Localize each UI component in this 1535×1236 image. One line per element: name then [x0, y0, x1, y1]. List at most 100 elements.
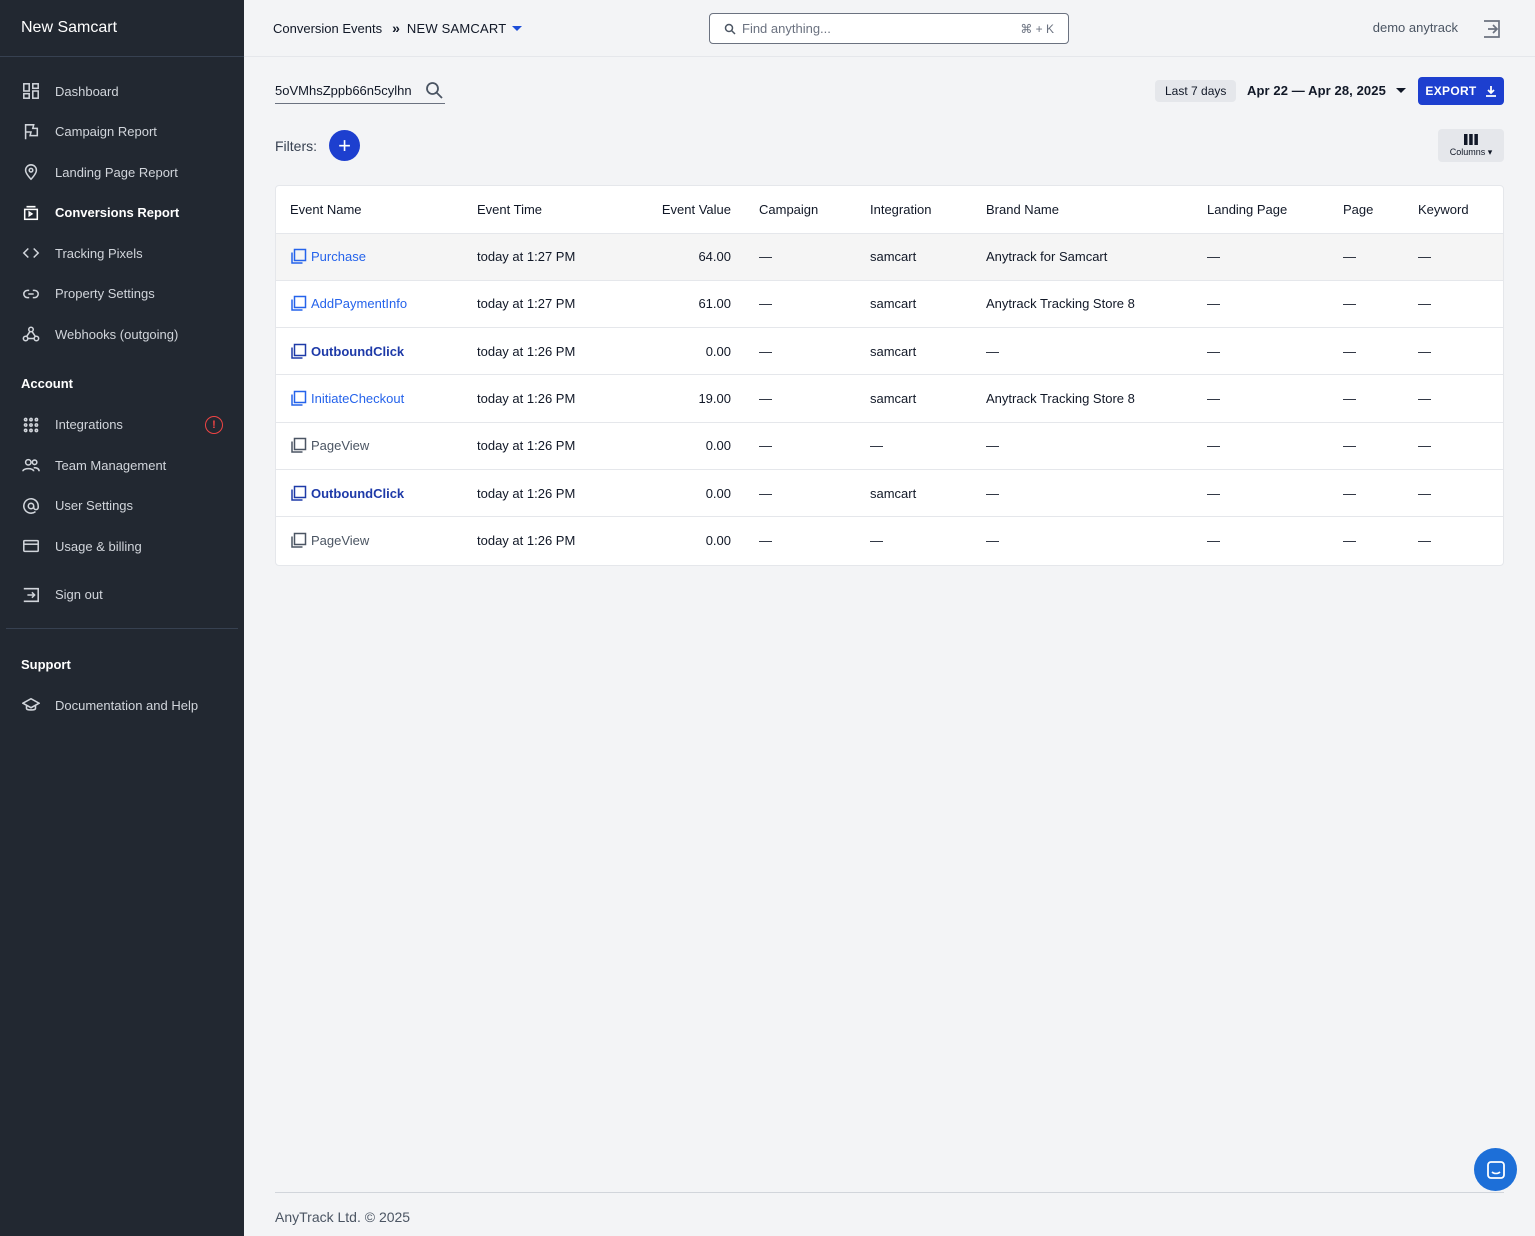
export-button[interactable]: EXPORT: [1418, 77, 1504, 105]
logout-icon[interactable]: [1480, 18, 1502, 40]
nav-tracking-pixels[interactable]: Tracking Pixels: [0, 233, 244, 274]
sign-out-icon: [21, 585, 41, 605]
keyword-cell: —: [1404, 422, 1503, 470]
time-cell: today at 1:26 PM: [463, 469, 613, 518]
integrations-icon: [21, 415, 41, 435]
topbar: Conversion Events » NEW SAMCART Find any…: [244, 0, 1535, 57]
breadcrumb-root[interactable]: Conversion Events: [273, 21, 382, 36]
nav-sign-out[interactable]: Sign out: [0, 575, 244, 616]
event-name[interactable]: PageView: [290, 532, 449, 549]
support-section-title: Support: [21, 656, 71, 672]
event-name-cell: PageView: [276, 517, 463, 564]
event-name-label[interactable]: PageView: [311, 533, 369, 548]
columns-label: Columns ▾: [1449, 146, 1493, 157]
nav-integrations[interactable]: Integrations !: [0, 405, 244, 446]
team-icon: [21, 455, 41, 475]
brand-cell: —: [972, 422, 1193, 470]
nav-label: Usage & billing: [55, 538, 142, 554]
page-cell: —: [1329, 233, 1404, 281]
download-icon: [1485, 86, 1496, 97]
column-header[interactable]: Page: [1329, 186, 1404, 234]
nav-conversions-report[interactable]: Conversions Report: [0, 193, 244, 234]
table-row[interactable]: PageView today at 1:26 PM 0.00— — — — — —: [276, 517, 1503, 564]
page-cell: —: [1329, 374, 1404, 423]
column-header[interactable]: Integration: [856, 186, 972, 234]
copy-icon[interactable]: [290, 437, 307, 454]
copy-icon[interactable]: [290, 248, 307, 265]
event-name[interactable]: InitiateCheckout: [290, 390, 449, 407]
event-name-cell: AddPaymentInfo: [276, 280, 463, 329]
keyword-cell: —: [1404, 233, 1503, 281]
chat-button[interactable]: [1474, 1148, 1517, 1191]
landing-cell: —: [1193, 374, 1329, 423]
nav-campaign-report[interactable]: Campaign Report: [0, 112, 244, 153]
nav-property-settings[interactable]: Property Settings: [0, 274, 244, 315]
nav-landing-page-report[interactable]: Landing Page Report: [0, 152, 244, 193]
table-row[interactable]: OutboundClick today at 1:26 PM 0.00— samcar…: [276, 327, 1503, 376]
time-cell: today at 1:26 PM: [477, 533, 576, 549]
chevron-down-icon: [1395, 88, 1406, 93]
copy-icon[interactable]: [290, 295, 307, 312]
copy-icon[interactable]: [290, 532, 307, 549]
columns-icon: [1464, 133, 1478, 145]
nav-documentation[interactable]: Documentation and Help: [0, 685, 244, 726]
nav-team-management[interactable]: Team Management: [0, 445, 244, 486]
user-name[interactable]: demo anytrack: [1373, 20, 1458, 35]
page-cell: —: [1329, 280, 1404, 329]
event-name[interactable]: AddPaymentInfo: [290, 295, 449, 312]
column-header[interactable]: Campaign: [745, 186, 856, 234]
event-name-label[interactable]: InitiateCheckout: [311, 391, 404, 406]
column-header[interactable]: Keyword: [1404, 186, 1503, 234]
nav-webhooks[interactable]: Webhooks (outgoing): [0, 314, 244, 355]
event-name-label[interactable]: Purchase: [311, 249, 366, 264]
project-selector[interactable]: NEW SAMCART: [407, 21, 506, 36]
table-row[interactable]: InitiateCheckout today at 1:26 PM 19.00— sa…: [276, 374, 1503, 423]
column-header[interactable]: Event Time: [463, 186, 613, 234]
global-search[interactable]: Find anything... ⌘ + K: [709, 13, 1069, 44]
copy-icon[interactable]: [290, 485, 307, 502]
columns-button[interactable]: Columns ▾: [1438, 129, 1504, 162]
table-row[interactable]: OutboundClick today at 1:26 PM 0.00— samcar…: [276, 469, 1503, 518]
event-name-label[interactable]: AddPaymentInfo: [311, 296, 407, 311]
date-range-picker[interactable]: Apr 22 — Apr 28, 2025: [1247, 83, 1406, 98]
nav-dashboard[interactable]: Dashboard: [0, 71, 244, 112]
event-id-search-input[interactable]: 5oVMhsZppb66n5cylhn: [275, 79, 445, 104]
event-name[interactable]: Purchase: [290, 248, 449, 265]
add-filter-button[interactable]: +: [329, 130, 360, 161]
brand-cell: —: [972, 469, 1193, 518]
event-name-label[interactable]: OutboundClick: [311, 344, 404, 359]
page-cell: —: [1329, 469, 1404, 518]
inbox-icon: [21, 203, 41, 223]
event-name-label[interactable]: OutboundClick: [311, 486, 404, 501]
time-cell: today at 1:27 PM: [463, 280, 613, 329]
table-row[interactable]: AddPaymentInfo today at 1:27 PM 61.00— samc…: [276, 280, 1503, 329]
copy-icon[interactable]: [290, 343, 307, 360]
breadcrumb: Conversion Events » NEW SAMCART: [273, 20, 523, 36]
integration-cell: samcart: [856, 374, 972, 423]
search-icon[interactable]: [425, 81, 443, 99]
brand-cell: Anytrack Tracking Store 8: [972, 280, 1193, 329]
event-name-label[interactable]: PageView: [311, 438, 369, 453]
date-range-preset[interactable]: Last 7 days: [1155, 80, 1237, 102]
table-row[interactable]: Purchase today at 1:27 PM 64.00— samcart Any…: [276, 233, 1503, 281]
column-header[interactable]: Landing Page: [1193, 186, 1329, 234]
breadcrumb-separator-icon: »: [392, 20, 400, 36]
column-header[interactable]: Event Value: [613, 186, 745, 234]
keyword-cell: —: [1404, 374, 1503, 423]
integration-cell: samcart: [856, 327, 972, 376]
sidebar: New Samcart Dashboard Campaign Report La…: [0, 0, 244, 1236]
time-cell: today at 1:26 PM: [463, 327, 613, 376]
column-header[interactable]: Event Name: [276, 186, 463, 234]
webhook-icon: [21, 324, 41, 344]
nav-user-settings[interactable]: User Settings: [0, 486, 244, 527]
table-row[interactable]: PageView today at 1:26 PM 0.00— — — — — —: [276, 422, 1503, 470]
event-name[interactable]: PageView: [290, 437, 449, 454]
event-name[interactable]: OutboundClick: [290, 485, 449, 502]
nav-usage-billing[interactable]: Usage & billing: [0, 526, 244, 567]
copy-icon[interactable]: [290, 390, 307, 407]
footer-divider: [275, 1192, 1504, 1193]
chevron-down-icon[interactable]: [512, 25, 523, 31]
column-header[interactable]: Brand Name: [972, 186, 1193, 234]
page-cell: —: [1329, 327, 1404, 376]
event-name[interactable]: OutboundClick: [290, 343, 449, 360]
